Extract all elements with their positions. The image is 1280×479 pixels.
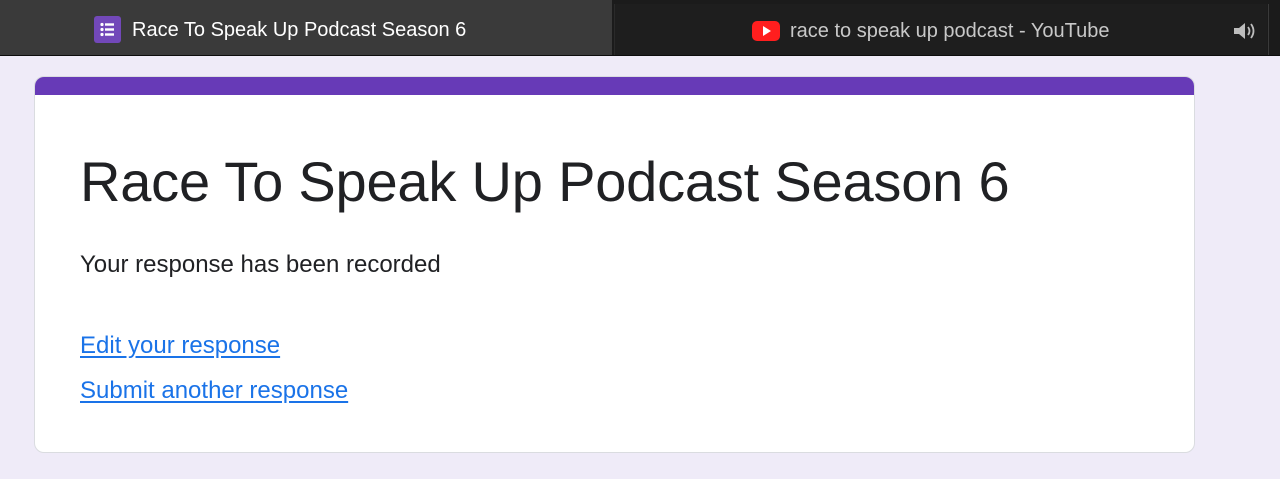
tab-divider (1268, 4, 1269, 55)
browser-tab-bar: Race To Speak Up Podcast Season 6 race t… (0, 0, 1280, 56)
google-forms-icon (94, 16, 121, 43)
edit-response-link[interactable]: Edit your response (80, 332, 280, 360)
submit-another-response-link[interactable]: Submit another response (80, 377, 348, 405)
tab-title: race to speak up podcast - YouTube (790, 20, 1110, 42)
form-title: Race To Speak Up Podcast Season 6 (80, 150, 1010, 213)
youtube-icon (752, 21, 780, 41)
form-confirmation-card: Race To Speak Up Podcast Season 6 Your r… (34, 76, 1195, 453)
tab-title: Race To Speak Up Podcast Season 6 (132, 19, 467, 41)
speaker-icon[interactable] (1232, 20, 1258, 42)
card-accent-bar (35, 77, 1194, 95)
confirmation-message: Your response has been recorded (80, 251, 441, 278)
tab-forms[interactable]: Race To Speak Up Podcast Season 6 (0, 0, 612, 55)
tab-youtube[interactable]: race to speak up podcast - YouTube (614, 4, 1267, 55)
